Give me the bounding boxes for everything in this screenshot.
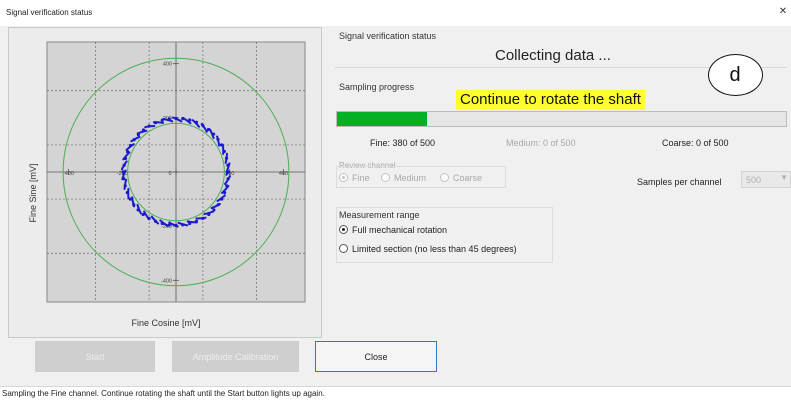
limited-section-option[interactable]: Limited section (no less than 45 degrees…	[339, 244, 517, 254]
sample-point	[122, 158, 125, 161]
review-fine-label: Fine	[352, 173, 370, 183]
review-coarse-label: Coarse	[453, 173, 483, 183]
x-tick-label: -400	[63, 171, 74, 177]
sample-point	[181, 116, 185, 120]
sample-point	[225, 152, 229, 155]
review-coarse-radio[interactable]	[440, 173, 449, 182]
full-rotation-radio[interactable]	[339, 225, 348, 234]
close-window-icon[interactable]: ✕	[777, 6, 789, 18]
sample-point	[223, 194, 226, 197]
sampling-progress-bar	[336, 111, 787, 127]
sample-point	[139, 212, 142, 215]
plot-x-axis-label: Fine Cosine [mV]	[131, 318, 201, 328]
limited-section-radio[interactable]	[339, 244, 348, 253]
sample-point	[228, 175, 232, 178]
sample-point	[227, 185, 230, 188]
sample-point	[166, 224, 169, 227]
sample-point	[212, 210, 215, 213]
sample-point	[130, 140, 133, 143]
sample-point	[125, 148, 128, 151]
x-tick-label: 400	[279, 171, 288, 177]
review-medium-radio[interactable]	[381, 173, 390, 182]
samples-per-channel-select[interactable]: 500 ▼	[741, 171, 791, 188]
chevron-down-icon: ▼	[780, 173, 788, 182]
sample-point	[172, 116, 175, 119]
sample-point	[147, 218, 151, 221]
full-rotation-option[interactable]: Full mechanical rotation	[339, 225, 447, 235]
review-medium-option[interactable]: Medium	[381, 173, 426, 183]
sample-point	[176, 225, 179, 228]
sample-point	[195, 221, 198, 224]
sample-point	[208, 128, 212, 131]
status-bar-text: Sampling the Fine channel. Continue rota…	[2, 389, 325, 398]
window-title: Signal verification status	[6, 8, 93, 17]
annotation-letter: d	[729, 64, 741, 86]
sample-point	[162, 117, 165, 121]
signal-verification-window: Signal verification status ✕ -400 -200 0 20…	[0, 0, 791, 400]
limited-section-label: Limited section (no less than 45 degrees…	[352, 244, 517, 254]
sample-point	[120, 168, 124, 171]
measurement-range-group	[336, 207, 553, 263]
sample-point	[156, 222, 160, 225]
sample-point	[191, 119, 194, 122]
title-bar: Signal verification status ✕	[0, 0, 791, 26]
rotate-shaft-hint: Continue to rotate the shaft	[456, 90, 645, 110]
sample-point	[216, 135, 219, 138]
sample-point	[123, 187, 126, 190]
sample-point	[221, 143, 224, 146]
samples-per-channel-label: Samples per channel	[637, 177, 722, 187]
sample-point	[127, 196, 130, 200]
plot-canvas: -400 -200 0 200 400400200-200-400	[46, 41, 306, 303]
samples-per-channel-value: 500	[746, 175, 762, 185]
sampling-progress-fill	[337, 112, 427, 126]
medium-count: Medium: 0 of 500	[506, 138, 576, 148]
coarse-count: Coarse: 0 of 500	[662, 138, 729, 148]
status-bar: Sampling the Fine channel. Continue rota…	[0, 386, 791, 400]
lissajous-plot: -400 -200 0 200 400 400 200 -200 -400 Fine Cosin…	[8, 27, 322, 338]
fine-count: Fine: 380 of 500	[370, 138, 436, 148]
review-fine-option[interactable]: Fine	[339, 173, 370, 183]
y-tick-label: -400	[161, 278, 172, 284]
sample-point	[144, 125, 147, 129]
status-text: Collecting data ...	[495, 47, 611, 64]
sample-point	[136, 132, 139, 135]
sample-point	[152, 121, 156, 124]
sample-point	[204, 216, 207, 219]
sample-point	[200, 123, 203, 126]
x-tick-label: 0	[168, 171, 171, 177]
review-coarse-option[interactable]: Coarse	[440, 173, 482, 183]
review-medium-label: Medium	[394, 173, 427, 183]
full-rotation-label: Full mechanical rotation	[352, 225, 448, 235]
sample-point	[218, 202, 221, 206]
sample-point	[186, 224, 189, 227]
y-tick-label: 400	[163, 62, 172, 68]
sample-point	[121, 178, 124, 181]
sample-point	[132, 205, 136, 208]
amplitude-calibration-button[interactable]: Amplitude Calibration	[172, 341, 299, 372]
plot-y-axis-label: Fine Sine [mV]	[28, 163, 38, 223]
sample-point	[225, 172, 229, 175]
start-button[interactable]: Start	[35, 341, 155, 372]
sampling-progress-label: Sampling progress	[339, 82, 415, 92]
close-button[interactable]: Close	[315, 341, 437, 372]
review-fine-radio[interactable]	[339, 173, 348, 182]
sample-point	[228, 162, 231, 165]
